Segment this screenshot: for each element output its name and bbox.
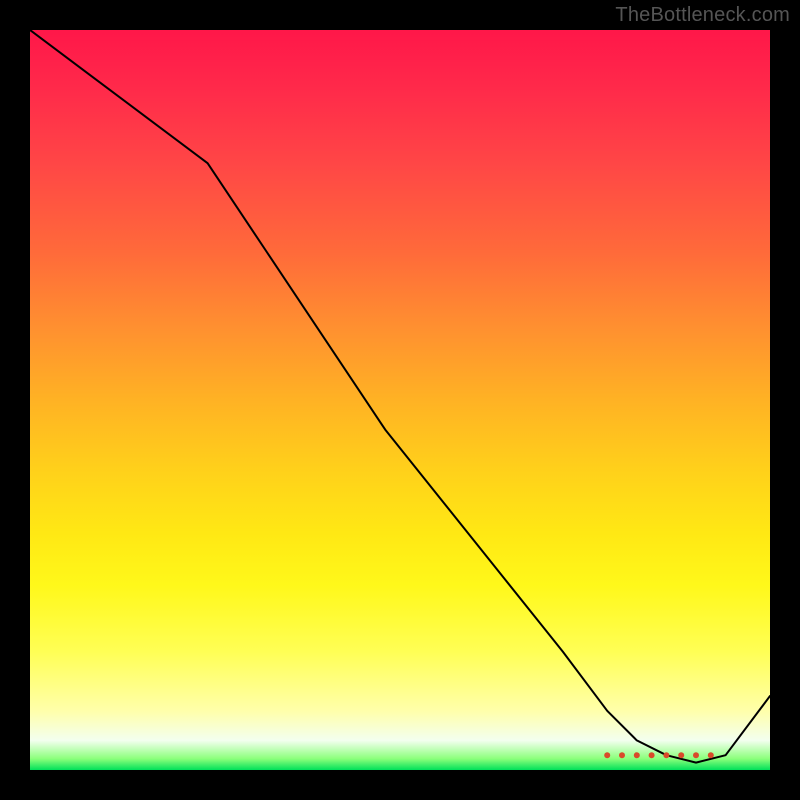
marker-dot bbox=[678, 752, 684, 758]
optimal-markers bbox=[604, 752, 714, 758]
marker-dot bbox=[604, 752, 610, 758]
plot-svg bbox=[30, 30, 770, 770]
marker-dot bbox=[634, 752, 640, 758]
marker-dot bbox=[708, 752, 714, 758]
marker-dot bbox=[649, 752, 655, 758]
bottleneck-curve bbox=[30, 30, 770, 763]
plot-area bbox=[30, 30, 770, 770]
marker-dot bbox=[663, 752, 669, 758]
marker-dot bbox=[693, 752, 699, 758]
chart-frame: TheBottleneck.com bbox=[0, 0, 800, 800]
marker-dot bbox=[619, 752, 625, 758]
attribution-label: TheBottleneck.com bbox=[615, 4, 790, 27]
